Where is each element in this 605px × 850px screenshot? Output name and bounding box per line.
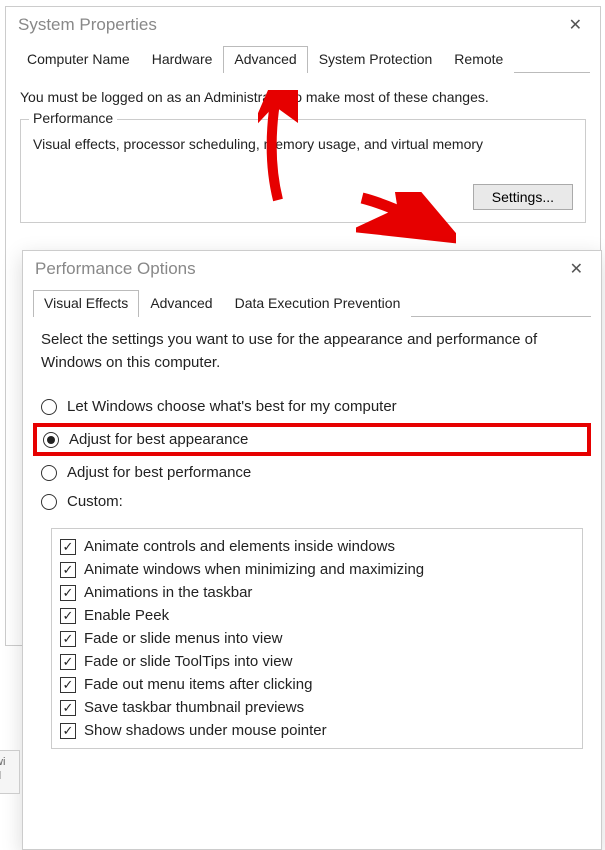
check-label: Animate windows when minimizing and maxi… bbox=[84, 561, 424, 578]
close-icon[interactable]: ✕ bbox=[564, 259, 589, 279]
performance-description: Visual effects, processor scheduling, me… bbox=[33, 136, 573, 152]
check-label: Enable Peek bbox=[84, 607, 169, 624]
tab-remote[interactable]: Remote bbox=[443, 46, 514, 73]
close-icon[interactable]: ✕ bbox=[563, 15, 588, 35]
radio-label: Custom: bbox=[67, 493, 123, 510]
checkbox-icon[interactable] bbox=[60, 677, 76, 693]
checkbox-icon[interactable] bbox=[60, 631, 76, 647]
performance-settings-button[interactable]: Settings... bbox=[473, 184, 573, 210]
visual-effects-checklist: Animate controls and elements inside win… bbox=[51, 528, 583, 749]
checkbox-icon[interactable] bbox=[60, 608, 76, 624]
check-fade-tooltips[interactable]: Fade or slide ToolTips into view bbox=[60, 650, 574, 673]
tab-dep[interactable]: Data Execution Prevention bbox=[224, 290, 412, 317]
sysprops-tabs: Computer Name Hardware Advanced System P… bbox=[16, 45, 590, 73]
check-fade-menu-items[interactable]: Fade out menu items after clicking bbox=[60, 673, 574, 696]
tab-visual-effects[interactable]: Visual Effects bbox=[33, 290, 139, 317]
performance-options-window: Performance Options ✕ Visual Effects Adv… bbox=[22, 250, 602, 850]
check-label: Animate controls and elements inside win… bbox=[84, 538, 395, 555]
checkbox-icon[interactable] bbox=[60, 700, 76, 716]
tab-system-protection[interactable]: System Protection bbox=[308, 46, 444, 73]
tab-computer-name[interactable]: Computer Name bbox=[16, 46, 141, 73]
tab-advanced[interactable]: Advanced bbox=[223, 46, 307, 73]
check-save-thumbnails[interactable]: Save taskbar thumbnail previews bbox=[60, 696, 574, 719]
perfopts-titlebar: Performance Options ✕ bbox=[23, 251, 601, 289]
perfopts-instruction: Select the settings you want to use for … bbox=[23, 317, 601, 392]
check-animations-taskbar[interactable]: Animations in the taskbar bbox=[60, 581, 574, 604]
perfopts-tabs: Visual Effects Advanced Data Execution P… bbox=[33, 289, 591, 317]
radio-let-windows[interactable]: Let Windows choose what's best for my co… bbox=[41, 392, 583, 421]
radio-icon bbox=[43, 432, 59, 448]
radio-best-performance[interactable]: Adjust for best performance bbox=[41, 458, 583, 487]
sysprops-body: You must be logged on as an Administrato… bbox=[6, 73, 600, 239]
radio-label: Adjust for best appearance bbox=[69, 431, 248, 448]
checkbox-icon[interactable] bbox=[60, 539, 76, 555]
check-label: Fade out menu items after clicking bbox=[84, 676, 312, 693]
radio-icon bbox=[41, 494, 57, 510]
check-shadows-pointer[interactable]: Show shadows under mouse pointer bbox=[60, 719, 574, 742]
radio-best-appearance[interactable]: Adjust for best appearance bbox=[33, 423, 591, 456]
checkbox-icon[interactable] bbox=[60, 723, 76, 739]
check-label: Fade or slide ToolTips into view bbox=[84, 653, 292, 670]
radio-icon bbox=[41, 465, 57, 481]
tab-hardware[interactable]: Hardware bbox=[141, 46, 224, 73]
check-label: Fade or slide menus into view bbox=[84, 630, 282, 647]
radio-custom[interactable]: Custom: bbox=[41, 487, 583, 516]
performance-group: Performance Visual effects, processor sc… bbox=[20, 119, 586, 223]
check-animate-controls[interactable]: Animate controls and elements inside win… bbox=[60, 535, 574, 558]
checkbox-icon[interactable] bbox=[60, 654, 76, 670]
sysprops-titlebar: System Properties ✕ bbox=[6, 7, 600, 45]
background-fragment: wid bbox=[0, 750, 20, 794]
admin-instruction: You must be logged on as an Administrato… bbox=[20, 89, 586, 105]
radio-label: Let Windows choose what's best for my co… bbox=[67, 398, 397, 415]
performance-group-label: Performance bbox=[29, 110, 117, 126]
check-label: Save taskbar thumbnail previews bbox=[84, 699, 304, 716]
tab-perf-advanced[interactable]: Advanced bbox=[139, 290, 223, 317]
check-fade-menus[interactable]: Fade or slide menus into view bbox=[60, 627, 574, 650]
check-label: Show shadows under mouse pointer bbox=[84, 722, 327, 739]
check-enable-peek[interactable]: Enable Peek bbox=[60, 604, 574, 627]
perfopts-title: Performance Options bbox=[35, 259, 196, 279]
sysprops-title: System Properties bbox=[18, 15, 157, 35]
check-animate-windows[interactable]: Animate windows when minimizing and maxi… bbox=[60, 558, 574, 581]
check-label: Animations in the taskbar bbox=[84, 584, 252, 601]
radio-icon bbox=[41, 399, 57, 415]
checkbox-icon[interactable] bbox=[60, 562, 76, 578]
radio-label: Adjust for best performance bbox=[67, 464, 251, 481]
radio-group: Let Windows choose what's best for my co… bbox=[23, 392, 601, 516]
checkbox-icon[interactable] bbox=[60, 585, 76, 601]
